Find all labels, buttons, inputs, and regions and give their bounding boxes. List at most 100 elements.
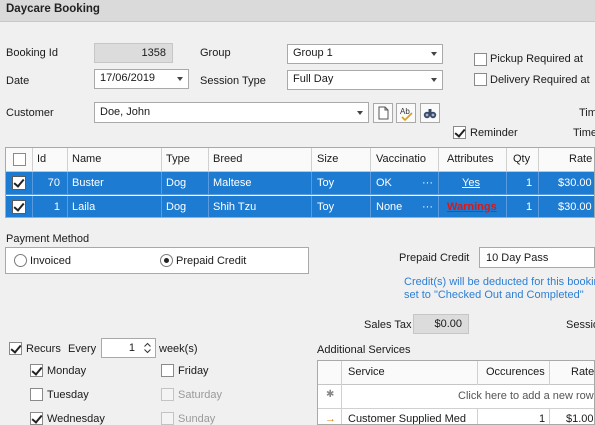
- spinner-arrows-icon[interactable]: [143, 341, 152, 355]
- title-bar: Daycare Booking: [0, 0, 595, 22]
- customer-select[interactable]: Doe, John: [94, 102, 369, 123]
- pet-vaccination: OK: [376, 177, 392, 189]
- saturday-checkbox: [161, 388, 174, 401]
- column-header[interactable]: Name: [72, 153, 101, 165]
- time-label: Tim: [579, 107, 595, 119]
- payment-method-label: Payment Method: [6, 233, 90, 245]
- vaccination-more-button[interactable]: ···: [422, 201, 433, 213]
- new-customer-button[interactable]: [373, 103, 393, 123]
- pets-grid: Id Name Type Breed Size Vaccinatio Attri…: [5, 147, 595, 218]
- pet-rate: $30.00: [558, 201, 592, 213]
- prepaid-credit-label: Prepaid Credit: [176, 255, 247, 267]
- date-value: 17/06/2019: [100, 72, 156, 84]
- vaccination-more-button[interactable]: ···: [422, 177, 433, 189]
- table-row[interactable]: 70 Buster Dog Maltese Toy OK ··· Yes 1 $…: [6, 172, 594, 195]
- pet-id: 1: [53, 201, 60, 213]
- recurs-interval-stepper[interactable]: 1: [101, 338, 156, 358]
- credit-info-line: Credit(s) will be deducted for this book…: [404, 276, 595, 288]
- sunday-label: Sunday: [178, 413, 216, 425]
- service-rate[interactable]: $1.00: [566, 413, 594, 424]
- window-title: Daycare Booking: [6, 3, 100, 15]
- session-type-value: Full Day: [293, 73, 334, 85]
- reminder-checkbox[interactable]: [453, 126, 466, 139]
- spell-check-icon: Ab: [400, 107, 413, 122]
- sales-tax-label: Sales Tax: [364, 319, 412, 331]
- new-document-icon: [378, 106, 389, 120]
- pickup-label: Pickup Required at: [490, 53, 583, 65]
- prepaid-credit-select[interactable]: 10 Day Pass: [479, 247, 595, 268]
- booking-id-field: 1358: [94, 43, 173, 63]
- invoiced-radio[interactable]: [14, 254, 27, 267]
- delivery-label: Delivery Required at: [490, 74, 590, 86]
- column-header[interactable]: Size: [317, 153, 338, 165]
- pet-id: 70: [47, 177, 60, 189]
- edit-customer-button[interactable]: Ab: [396, 103, 416, 123]
- pet-rate: $30.00: [558, 177, 592, 189]
- services-grid: Service Occurences Rate ✱ Click here to …: [317, 360, 595, 425]
- sales-tax-value: $0.00: [434, 318, 462, 330]
- friday-label: Friday: [178, 365, 209, 377]
- pet-breed: Maltese: [213, 177, 252, 189]
- prepaid-credit-value: 10 Day Pass: [486, 252, 549, 264]
- pet-name: Buster: [72, 177, 104, 189]
- column-header[interactable]: Id: [37, 153, 46, 165]
- tuesday-checkbox[interactable]: [30, 388, 43, 401]
- wednesday-label: Wednesday: [47, 413, 105, 425]
- saturday-label: Saturday: [178, 389, 223, 401]
- column-header[interactable]: Attributes: [447, 153, 493, 165]
- add-new-row-hint[interactable]: Click here to add a new row: [458, 390, 594, 402]
- column-header[interactable]: Rate: [571, 366, 594, 378]
- group-value: Group 1: [293, 47, 333, 59]
- column-header[interactable]: Qty: [513, 153, 530, 165]
- session-type-select[interactable]: Full Day: [287, 70, 443, 90]
- chevron-down-icon: [431, 52, 437, 56]
- table-row[interactable]: 1 Laila Dog Shih Tzu Toy None ··· Warnin…: [6, 196, 594, 217]
- prepaid-credit-radio[interactable]: [160, 254, 173, 267]
- pet-size: Toy: [317, 201, 335, 213]
- column-header[interactable]: Vaccinatio: [376, 153, 426, 165]
- session-type-label: Session Type: [200, 75, 266, 87]
- date-label: Date: [6, 75, 30, 87]
- chevron-down-icon: [177, 77, 183, 81]
- attributes-link[interactable]: Yes: [462, 177, 480, 189]
- find-customer-button[interactable]: [420, 103, 440, 123]
- new-row-icon: ✱: [326, 389, 335, 400]
- column-header[interactable]: Occurences: [486, 366, 545, 378]
- wednesday-checkbox[interactable]: [30, 412, 43, 425]
- date-picker[interactable]: 17/06/2019: [94, 69, 189, 89]
- column-header[interactable]: Type: [166, 153, 190, 165]
- customer-label: Customer: [6, 107, 54, 119]
- prepaid-credit-field-label: Prepaid Credit: [399, 252, 470, 264]
- attributes-warning-link[interactable]: Warnings: [447, 201, 497, 213]
- services-grid-header: Service Occurences Rate: [318, 361, 594, 385]
- customer-value: Doe, John: [100, 106, 151, 118]
- group-select[interactable]: Group 1: [287, 44, 443, 64]
- column-header[interactable]: Service: [348, 366, 385, 378]
- row-checkbox[interactable]: [12, 176, 26, 190]
- week-unit-label: week(s): [159, 343, 198, 355]
- session-label: Sessio: [566, 319, 595, 331]
- monday-checkbox[interactable]: [30, 364, 43, 377]
- friday-checkbox[interactable]: [161, 364, 174, 377]
- sunday-checkbox: [161, 412, 174, 425]
- service-occurences[interactable]: 1: [539, 413, 545, 424]
- service-name[interactable]: Customer Supplied Med: [348, 413, 466, 424]
- time-label: Time: [573, 127, 595, 139]
- pet-qty: 1: [526, 177, 533, 189]
- column-header[interactable]: Breed: [213, 153, 242, 165]
- pickup-checkbox[interactable]: [474, 53, 487, 66]
- current-row-arrow-icon: →: [325, 413, 336, 425]
- monday-label: Monday: [47, 365, 87, 377]
- recurs-interval-value: 1: [128, 342, 135, 354]
- column-header[interactable]: Rate: [569, 153, 592, 165]
- select-all-checkbox[interactable]: [13, 153, 26, 166]
- recurs-checkbox[interactable]: [9, 342, 22, 355]
- row-checkbox[interactable]: [12, 200, 26, 214]
- reminder-label: Reminder: [470, 127, 518, 139]
- additional-services-label: Additional Services: [317, 344, 411, 356]
- pet-type: Dog: [166, 177, 187, 189]
- pet-vaccination: None: [376, 201, 403, 213]
- svg-text:Ab: Ab: [400, 107, 410, 116]
- delivery-checkbox[interactable]: [474, 73, 487, 86]
- booking-id-value: 1358: [141, 47, 166, 59]
